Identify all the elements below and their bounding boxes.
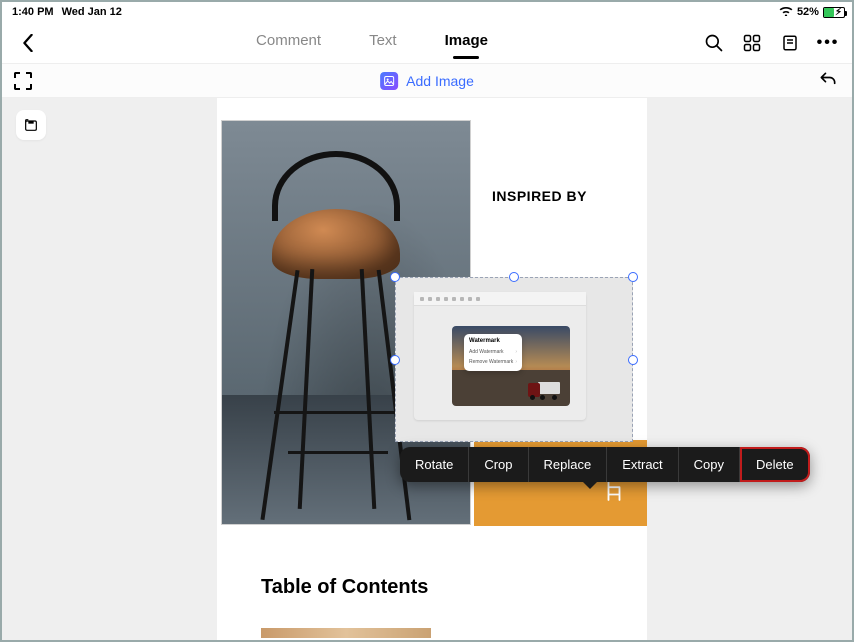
battery-icon [823,7,845,18]
reader-icon[interactable] [780,33,800,53]
selection-tool-icon[interactable] [14,72,32,90]
save-button[interactable] [16,110,46,140]
resize-handle[interactable] [390,355,400,365]
image-context-menu: Rotate Crop Replace Extract Copy Delete [400,447,810,482]
ctx-copy[interactable]: Copy [679,447,740,482]
heading-inspired-by: INSPIRED BY [492,188,587,204]
back-button[interactable] [16,31,40,55]
add-image-button[interactable]: Add Image [380,72,474,90]
decor-strip [261,628,431,638]
heading-table-of-contents: Table of Contents [261,576,428,599]
document-canvas[interactable]: INSPIRED BY Table of Contents Watermark … [2,98,852,640]
mode-tabs: Comment Text Image [256,32,488,53]
ctx-rotate[interactable]: Rotate [400,447,469,482]
ctx-crop[interactable]: Crop [469,447,528,482]
resize-handle[interactable] [628,272,638,282]
more-icon[interactable]: ••• [818,33,838,53]
tab-text[interactable]: Text [369,32,397,53]
wifi-icon [779,6,793,19]
status-date: Wed Jan 12 [62,6,122,18]
ctx-extract[interactable]: Extract [607,447,678,482]
ctx-replace[interactable]: Replace [529,447,608,482]
battery-percent: 52% [797,6,819,18]
search-icon[interactable] [704,33,724,53]
add-image-label: Add Image [406,73,474,89]
status-time: 1:40 PM [12,6,54,18]
tab-comment[interactable]: Comment [256,32,321,53]
resize-handle[interactable] [509,272,519,282]
ctx-delete[interactable]: Delete [740,447,810,482]
selected-image[interactable]: Watermark Add Watermark Remove Watermark [395,277,633,442]
undo-button[interactable] [818,70,838,95]
inserted-image-content: Watermark Add Watermark Remove Watermark [414,292,586,420]
resize-handle[interactable] [390,272,400,282]
sub-toolbar: Add Image [2,64,852,98]
menu-arrow-icon [582,481,598,489]
apps-grid-icon[interactable] [742,33,762,53]
tab-image[interactable]: Image [445,32,488,53]
image-icon [380,72,398,90]
status-bar: 1:40 PM Wed Jan 12 52% ⚡︎ [2,2,852,22]
top-nav: Comment Text Image ••• [2,22,852,64]
resize-handle[interactable] [628,355,638,365]
